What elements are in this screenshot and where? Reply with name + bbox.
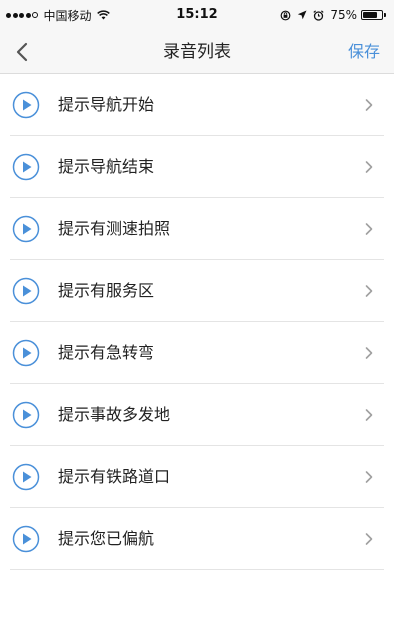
recording-list: 提示导航开始 提示导航结束 提示有测速拍照 提示有服务区 提示有急转弯 提示事故… [0,74,394,570]
chevron-right-icon [364,160,374,174]
recording-label: 提示您已偏航 [58,529,155,548]
play-icon[interactable] [12,153,40,181]
chevron-right-icon [364,346,374,360]
chevron-left-icon [16,42,28,62]
chevron-right-icon [364,222,374,236]
recording-label: 提示导航开始 [58,95,155,114]
chevron-right-icon [364,532,374,546]
play-icon[interactable] [12,401,40,429]
battery-percent: 75% [330,8,357,22]
chevron-right-icon [364,98,374,112]
recording-label: 提示有测速拍照 [58,219,171,238]
recording-list-item[interactable]: 提示有测速拍照 [0,198,394,260]
recording-label: 提示有急转弯 [58,343,155,362]
recording-list-item[interactable]: 提示导航开始 [0,74,394,136]
screen: 中国移动 15:12 75% 录音列表 保存 提示导航开始 提示导航结束 提示有… [0,0,394,642]
alarm-icon [313,9,324,21]
back-button[interactable] [6,30,38,74]
save-button[interactable]: 保存 [348,30,380,74]
chevron-right-icon [364,470,374,484]
recording-label: 提示事故多发地 [58,405,171,424]
recording-list-item[interactable]: 提示有急转弯 [0,322,394,384]
lock-rotation-icon [280,10,291,21]
recording-label: 提示有铁路道口 [58,467,171,486]
location-arrow-icon [297,10,307,20]
battery-icon [361,10,383,20]
recording-list-item[interactable]: 提示事故多发地 [0,384,394,446]
play-icon[interactable] [12,525,40,553]
recording-list-item[interactable]: 提示有铁路道口 [0,446,394,508]
recording-list-item[interactable]: 提示有服务区 [0,260,394,322]
status-bar: 中国移动 15:12 75% [0,0,394,30]
recording-list-item[interactable]: 提示导航结束 [0,136,394,198]
status-right: 75% [274,8,386,22]
battery-level [363,12,377,18]
play-icon[interactable] [12,463,40,491]
page-title: 录音列表 [163,42,231,62]
chevron-right-icon [364,284,374,298]
navigation-bar: 录音列表 保存 [0,30,394,74]
recording-label: 提示有服务区 [58,281,155,300]
play-icon[interactable] [12,339,40,367]
play-icon[interactable] [12,91,40,119]
play-icon[interactable] [12,277,40,305]
battery-nub [384,13,386,17]
chevron-right-icon [364,408,374,422]
play-icon[interactable] [12,215,40,243]
recording-list-item[interactable]: 提示您已偏航 [0,508,394,570]
recording-label: 提示导航结束 [58,157,155,176]
